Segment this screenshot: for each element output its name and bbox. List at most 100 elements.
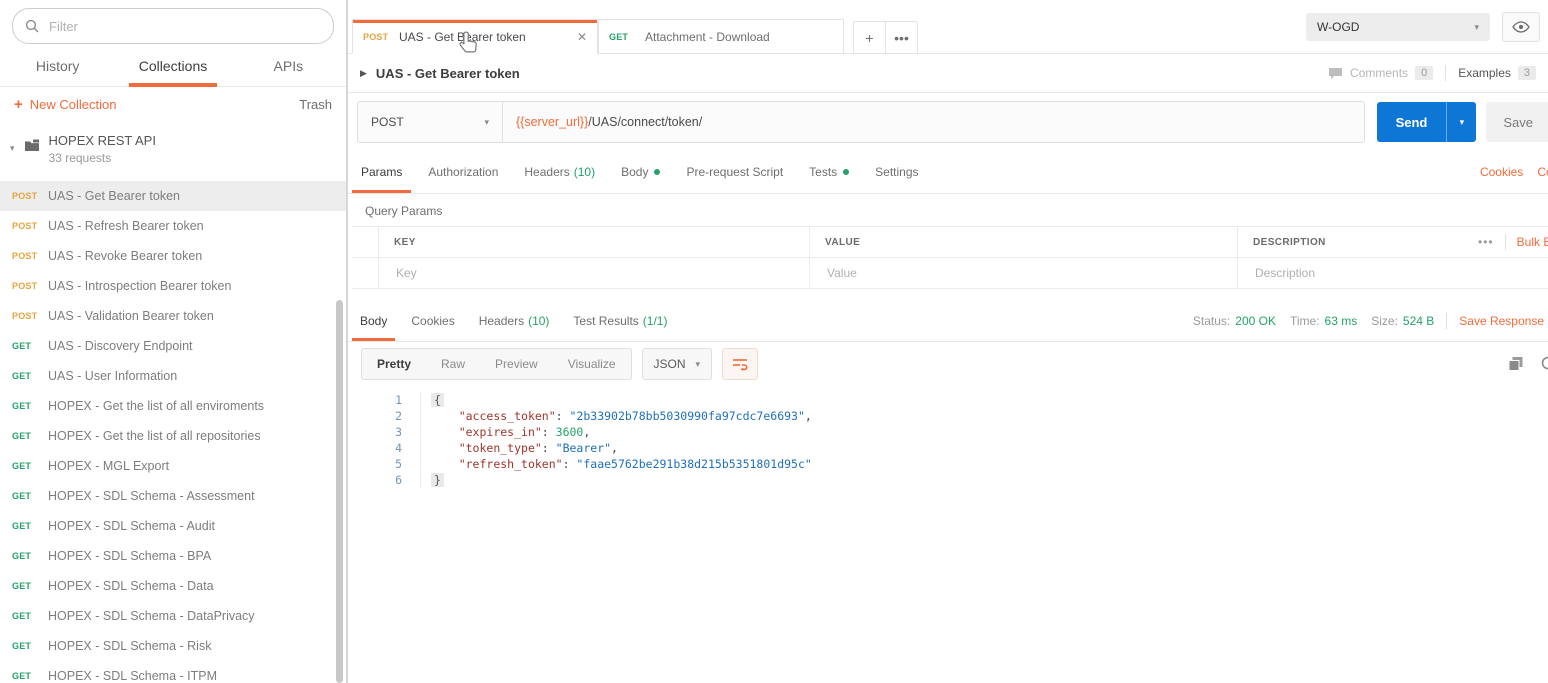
chevron-down-icon: ▾ [1474, 22, 1479, 33]
list-item[interactable]: POST UAS - Get Bearer token [0, 181, 346, 211]
query-params-title: Query Params [348, 194, 1548, 226]
request-tab[interactable]: Settings [862, 151, 931, 193]
request-tab[interactable]: Headers (10) [511, 151, 608, 193]
new-tab-button[interactable]: + [853, 21, 886, 54]
environment-name: W-OGD [1317, 20, 1359, 34]
view-mode-button[interactable]: Raw [426, 357, 480, 371]
view-mode-button[interactable]: Visualize [553, 357, 631, 371]
close-icon[interactable]: ✕ [577, 30, 587, 44]
response-tab-label: Body [360, 314, 387, 328]
response-tab[interactable]: Cookies [399, 301, 466, 341]
code-line: 1 { [360, 392, 1548, 408]
format-value: JSON [654, 357, 686, 371]
response-tab[interactable]: Headers (10) [467, 301, 562, 341]
sidebar-tab[interactable]: Collections [115, 46, 230, 86]
list-item[interactable]: POST UAS - Validation Bearer token [0, 301, 346, 331]
list-item[interactable]: GET HOPEX - SDL Schema - Risk [0, 631, 346, 661]
request-tab-count: (10) [574, 165, 595, 179]
search-response-icon[interactable] [1540, 355, 1548, 373]
request-name: HOPEX - SDL Schema - Audit [48, 519, 215, 533]
list-item[interactable]: GET UAS - User Information [0, 361, 346, 391]
list-item[interactable]: GET HOPEX - SDL Schema - Audit [0, 511, 346, 541]
save-label: Save [1486, 115, 1548, 130]
sidebar-tab-label: History [36, 58, 80, 74]
main-panel: POST UAS - Get Bearer token ✕ GET Attach… [348, 0, 1548, 683]
bulk-edit-link[interactable]: Bulk Edit [1517, 235, 1548, 249]
code-content: "token_type": "Bearer", [420, 440, 618, 456]
filter-input[interactable] [47, 18, 321, 35]
view-mode-button[interactable]: Preview [480, 357, 553, 371]
page-title: UAS - Get Bearer token [376, 66, 520, 81]
list-item[interactable]: POST UAS - Refresh Bearer token [0, 211, 346, 241]
code-link[interactable]: Code [1537, 165, 1548, 179]
list-item[interactable]: GET HOPEX - SDL Schema - ITPM [0, 661, 346, 683]
response-tab[interactable]: Test Results (1/1) [561, 301, 679, 341]
list-item[interactable]: GET HOPEX - Get the list of all envirome… [0, 391, 346, 421]
title-actions: Comments 0 Examples 3 [1328, 65, 1536, 81]
list-item[interactable]: GET HOPEX - MGL Export [0, 451, 346, 481]
save-response-button[interactable]: Save Response [1459, 314, 1544, 328]
table-header-row: KEY VALUE DESCRIPTION ••• Bulk Edit [352, 227, 1548, 258]
request-tab[interactable]: Authorization [415, 151, 511, 193]
wrap-lines-button[interactable] [722, 348, 758, 380]
value-input[interactable] [825, 265, 1222, 281]
description-input[interactable] [1253, 265, 1533, 281]
sidebar-tab[interactable]: History [0, 46, 115, 86]
view-mode-group: Pretty Raw Preview Visualize [361, 348, 632, 380]
postman-app: History Collections APIs + New Collectio… [0, 0, 1548, 683]
sidebar-scrollbar[interactable] [336, 300, 343, 683]
method-selector[interactable]: POST ▾ [358, 102, 503, 142]
examples-button[interactable]: Examples 3 [1458, 66, 1536, 80]
response-toolbar: Pretty Raw Preview Visualize [348, 342, 1548, 386]
environment-selector[interactable]: W-OGD ▾ [1306, 13, 1490, 41]
comments-button[interactable]: Comments 0 [1328, 66, 1433, 80]
response-meta: Status: 200 OK Time: 63 ms Size: 524 B S… [1179, 301, 1544, 341]
list-item[interactable]: GET HOPEX - SDL Schema - BPA [0, 541, 346, 571]
environment-quicklook-button[interactable] [1502, 12, 1540, 42]
code-line: 2 "access_token": "2b33902b78bb5030990fa… [360, 408, 1548, 424]
list-item[interactable]: GET HOPEX - Get the list of all reposito… [0, 421, 346, 451]
send-button[interactable]: Send ▾ [1377, 102, 1477, 142]
modified-dot [843, 169, 849, 175]
open-request-tab[interactable]: GET Attachment - Download ✕ [598, 19, 844, 54]
request-tab[interactable]: Params [348, 151, 415, 193]
collection-header[interactable]: ▾ HOPEX REST API 33 requests [0, 121, 346, 175]
chevron-down-icon[interactable]: ▾ [10, 143, 15, 154]
request-tab[interactable]: Pre-request Script [673, 151, 796, 193]
key-input[interactable] [394, 265, 794, 281]
list-item[interactable]: GET HOPEX - SDL Schema - Data [0, 571, 346, 601]
save-button[interactable]: Save ▾ [1486, 102, 1548, 142]
url-input[interactable]: {{server_url}}/UAS/connect/token/ [503, 115, 715, 129]
table-row [352, 258, 1548, 289]
list-item[interactable]: GET HOPEX - SDL Schema - Assessment [0, 481, 346, 511]
trash-button[interactable]: Trash [299, 97, 332, 112]
response-tab-label: Cookies [411, 314, 454, 328]
list-item[interactable]: GET UAS - Discovery Endpoint [0, 331, 346, 361]
response-body-viewer[interactable]: 1 { 2 "access_token": "2b33902b78bb50309… [348, 386, 1548, 488]
send-options-button[interactable]: ▾ [1446, 102, 1476, 142]
filter-box[interactable] [12, 8, 334, 44]
method-badge: POST [12, 251, 40, 261]
request-tab[interactable]: Tests [796, 151, 862, 193]
request-tab[interactable]: Body [608, 151, 673, 193]
checkbox-cell[interactable] [352, 258, 378, 288]
request-name: HOPEX - SDL Schema - Risk [48, 639, 211, 653]
chevron-down-icon: ▾ [1460, 117, 1465, 128]
method-badge: GET [12, 521, 40, 531]
format-selector[interactable]: JSON ▾ [642, 348, 713, 380]
code-line: 3 "expires_in": 3600, [360, 424, 1548, 440]
list-item[interactable]: POST UAS - Introspection Bearer token [0, 271, 346, 301]
open-request-tab[interactable]: POST UAS - Get Bearer token ✕ [352, 19, 598, 54]
sidebar-tab[interactable]: APIs [231, 46, 346, 86]
request-title[interactable]: ▶ UAS - Get Bearer token [360, 66, 520, 81]
tab-options-button[interactable]: ••• [885, 21, 918, 54]
more-options-icon[interactable]: ••• [1478, 235, 1494, 249]
cookies-link[interactable]: Cookies [1480, 165, 1523, 179]
list-item[interactable]: GET HOPEX - SDL Schema - DataPrivacy [0, 601, 346, 631]
code-content: "access_token": "2b33902b78bb5030990fa97… [420, 408, 812, 424]
new-collection-button[interactable]: + New Collection [14, 96, 116, 113]
list-item[interactable]: POST UAS - Revoke Bearer token [0, 241, 346, 271]
copy-icon[interactable] [1508, 356, 1524, 372]
response-tab[interactable]: Body [348, 301, 399, 341]
view-mode-button[interactable]: Pretty [362, 357, 426, 371]
